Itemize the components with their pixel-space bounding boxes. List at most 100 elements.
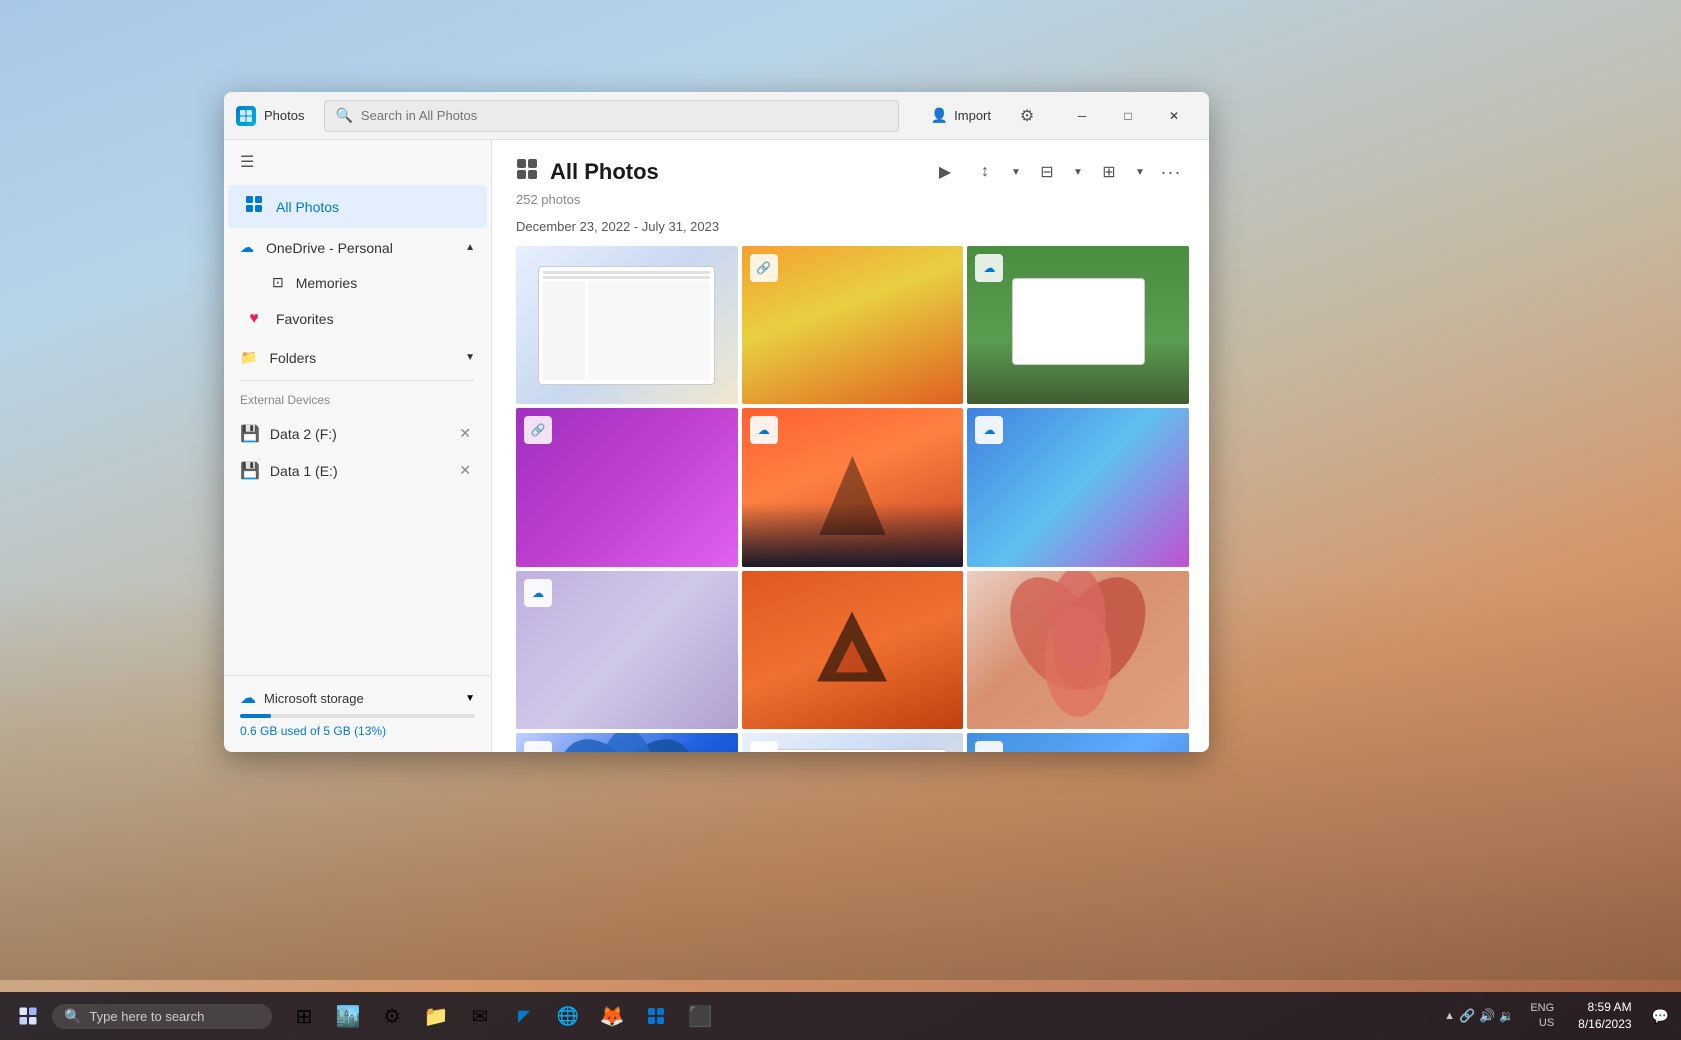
storage-usage-text: 0.6 GB used of 5 GB (13%) bbox=[240, 724, 386, 738]
taskbar-settings-icon[interactable]: ⚙ bbox=[372, 996, 412, 1036]
folder-icon: 📁 bbox=[240, 349, 257, 366]
sort-chevron-button[interactable]: ▼ bbox=[1007, 156, 1025, 188]
storage-section: ☁ Microsoft storage ▼ 0.6 GB used of 5 G… bbox=[224, 675, 491, 752]
photo-item-10[interactable]: ☁ bbox=[516, 733, 738, 752]
taskbar-search-icon: 🔍 bbox=[64, 1008, 81, 1025]
sidebar-item-favorites[interactable]: ♥ Favorites bbox=[228, 300, 487, 338]
speaker-icon[interactable]: 🔉 bbox=[1499, 1009, 1514, 1023]
sort-icon: ↕ bbox=[981, 163, 989, 181]
heart-icon: ♥ bbox=[244, 310, 264, 328]
photo-item-3[interactable]: ☁ bbox=[967, 246, 1189, 404]
taskbar-city-icon[interactable]: 🏙️ bbox=[328, 996, 368, 1036]
onedrive-section-left: ☁ OneDrive - Personal bbox=[240, 239, 393, 256]
device-data1: 💾 Data 1 (E:) ✕ bbox=[224, 452, 491, 489]
more-button[interactable]: ··· bbox=[1153, 156, 1189, 188]
photo-item-7[interactable]: ☁ bbox=[516, 571, 738, 729]
more-icon: ··· bbox=[1161, 163, 1182, 181]
volume-icon[interactable]: 🔊 bbox=[1479, 1008, 1495, 1024]
hamburger-icon: ☰ bbox=[240, 154, 254, 171]
grid-icon: ⊞ bbox=[1102, 162, 1115, 182]
title-bar-actions: 👤 Import ⚙ bbox=[919, 100, 1043, 132]
folders-section[interactable]: 📁 Folders ▼ bbox=[224, 339, 491, 376]
onedrive-section[interactable]: ☁ OneDrive - Personal ▲ bbox=[224, 229, 491, 266]
memories-icon: ⊡ bbox=[272, 274, 284, 291]
search-input[interactable] bbox=[361, 108, 888, 123]
remove-device2-button[interactable]: ✕ bbox=[455, 423, 475, 444]
play-icon: ▶ bbox=[939, 162, 951, 182]
filter-button[interactable]: ⊟ bbox=[1029, 156, 1065, 188]
main-toolbar: ▶ ↕ ▼ ⊟ ▼ ⊞ ▼ bbox=[927, 156, 1189, 188]
onedrive-icon: ☁ bbox=[240, 239, 254, 256]
import-button[interactable]: 👤 Import bbox=[919, 101, 1003, 130]
close-button[interactable]: ✕ bbox=[1151, 100, 1197, 132]
main-content: All Photos ▶ ↕ ▼ ⊟ ▼ bbox=[496, 140, 1209, 752]
filter-chevron-button[interactable]: ▼ bbox=[1069, 156, 1087, 188]
taskbar-search[interactable]: 🔍 Type here to search bbox=[52, 1004, 272, 1029]
sort-button[interactable]: ↕ bbox=[967, 156, 1003, 188]
taskbar-photos-icon[interactable] bbox=[636, 996, 676, 1036]
view-chevron-button[interactable]: ▼ bbox=[1131, 156, 1149, 188]
window-title: Photos bbox=[264, 108, 304, 123]
photo-item-5[interactable]: ☁ bbox=[742, 408, 964, 566]
cloud-icon: ☁ bbox=[240, 688, 256, 708]
sidebar-spacer bbox=[224, 489, 491, 675]
hdd-icon: 💾 bbox=[240, 424, 260, 444]
photo-item-2[interactable]: 🔗 bbox=[742, 246, 964, 404]
photo-item-9[interactable] bbox=[967, 571, 1189, 729]
minimize-button[interactable]: ─ bbox=[1059, 100, 1105, 132]
time-display[interactable]: 8:59 AM 8/16/2023 bbox=[1570, 999, 1639, 1033]
photo-item-4[interactable]: 🔗 bbox=[516, 408, 738, 566]
folders-section-left: 📁 Folders bbox=[240, 349, 316, 366]
photo-count: 252 photos bbox=[496, 192, 1209, 215]
time: 8:59 AM bbox=[1578, 999, 1631, 1016]
sidebar: ☰ All Photos ☁ bbox=[224, 140, 492, 752]
remove-device1-button[interactable]: ✕ bbox=[455, 460, 475, 481]
chevron-down-icon: ▼ bbox=[465, 352, 475, 363]
maximize-button[interactable]: □ bbox=[1105, 100, 1151, 132]
settings-button[interactable]: ⚙ bbox=[1011, 100, 1043, 132]
start-button[interactable] bbox=[8, 996, 48, 1036]
main-header: All Photos ▶ ↕ ▼ ⊟ ▼ bbox=[496, 140, 1209, 192]
photo-item-6[interactable]: ☁ bbox=[967, 408, 1189, 566]
main-title: All Photos bbox=[550, 159, 659, 185]
date-range: December 23, 2022 - July 31, 2023 bbox=[496, 215, 1209, 246]
photo-item-11[interactable]: ☁ bbox=[742, 733, 964, 752]
sidebar-item-all-photos[interactable]: All Photos bbox=[228, 185, 487, 228]
photo-item-8[interactable] bbox=[742, 571, 964, 729]
main-title-icon bbox=[516, 158, 538, 186]
taskbar-right: ▲ 🔗 🔊 🔉 ENG US 8:59 AM 8/16/2023 💬 bbox=[1444, 999, 1673, 1033]
import-icon: 👤 bbox=[931, 107, 948, 124]
taskbar-edge-icon[interactable]: 🌐 bbox=[548, 996, 588, 1036]
chevron-up-icon[interactable]: ▲ bbox=[1444, 1010, 1455, 1022]
taskview-button[interactable]: ⊞ bbox=[284, 996, 324, 1036]
photos-icon bbox=[244, 195, 264, 218]
photo-item-1[interactable] bbox=[516, 246, 738, 404]
network-icon[interactable]: 🔗 bbox=[1459, 1008, 1475, 1024]
search-bar[interactable]: 🔍 bbox=[324, 100, 898, 132]
device-data2: 💾 Data 2 (F:) ✕ bbox=[224, 415, 491, 452]
hamburger-menu[interactable]: ☰ bbox=[224, 140, 491, 184]
storage-bar-fill bbox=[240, 714, 271, 718]
notification-icon[interactable]: 💬 bbox=[1648, 1008, 1673, 1025]
systray: ▲ 🔗 🔊 🔉 bbox=[1444, 1008, 1514, 1024]
photo-item-12[interactable]: ☁ 🪟 bbox=[967, 733, 1189, 752]
hdd2-icon: 💾 bbox=[240, 461, 260, 481]
taskbar-terminal-icon[interactable]: ⬛ bbox=[680, 996, 720, 1036]
photos-window: Photos 🔍 👤 Import ⚙ ─ □ ✕ bbox=[224, 92, 1209, 752]
storage-progress-bar bbox=[240, 714, 475, 718]
device-data2-label: Data 2 (F:) bbox=[270, 426, 337, 442]
slideshow-button[interactable]: ▶ bbox=[927, 156, 963, 188]
storage-chevron-down-icon[interactable]: ▼ bbox=[465, 693, 475, 704]
view-button[interactable]: ⊞ bbox=[1091, 156, 1127, 188]
device-data2-left: 💾 Data 2 (F:) bbox=[240, 424, 337, 444]
clock-language: ENG US bbox=[1530, 1001, 1554, 1032]
taskbar-firefox-icon[interactable]: 🦊 bbox=[592, 996, 632, 1036]
device-data1-left: 💾 Data 1 (E:) bbox=[240, 461, 338, 481]
sidebar-item-memories[interactable]: ⊡ Memories bbox=[224, 266, 491, 299]
taskbar-clock[interactable]: ENG US bbox=[1522, 1001, 1562, 1032]
taskbar-vscode-icon[interactable]: ◤ bbox=[504, 996, 544, 1036]
sidebar-divider bbox=[240, 380, 475, 381]
taskbar-mail-icon[interactable]: ✉ bbox=[460, 996, 500, 1036]
app-body: ☰ All Photos ☁ bbox=[224, 140, 1209, 752]
taskbar-explorer-icon[interactable]: 📁 bbox=[416, 996, 456, 1036]
